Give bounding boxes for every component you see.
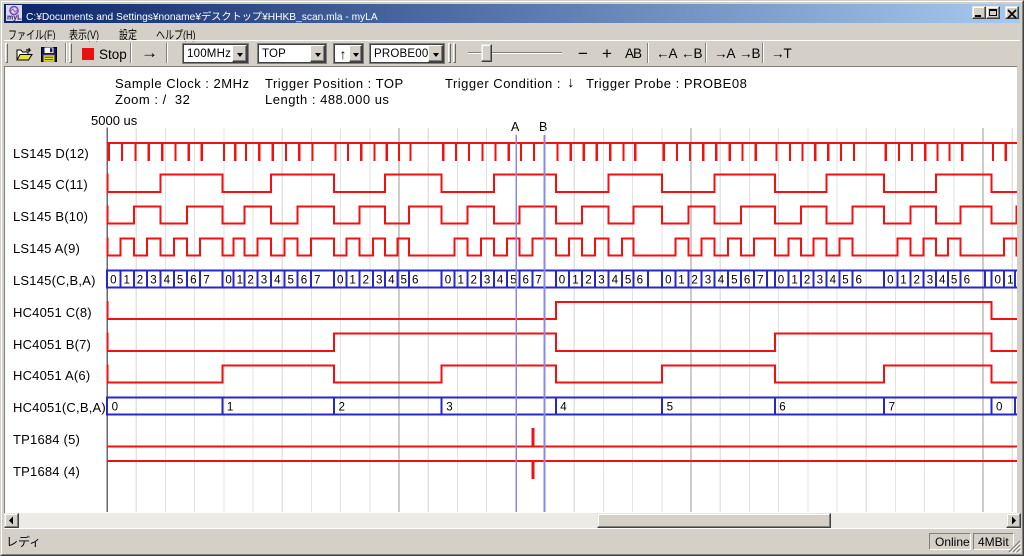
svg-text:7: 7 [757,273,763,286]
svg-text:1: 1 [1007,273,1013,286]
svg-text:0: 0 [996,401,1002,414]
svg-text:6: 6 [412,273,418,286]
svg-text:2: 2 [363,273,369,286]
svg-text:0: 0 [559,273,565,286]
svg-text:2: 2 [471,273,477,286]
svg-text:5: 5 [842,273,848,286]
svg-text:1: 1 [458,273,464,286]
svg-text:0: 0 [887,273,893,286]
svg-text:5: 5 [288,273,294,286]
svg-text:6: 6 [964,273,970,286]
svg-text:4: 4 [560,401,567,414]
svg-text:3: 3 [598,273,604,286]
svg-text:5: 5 [731,273,737,286]
svg-text:5: 5 [951,273,957,286]
svg-text:0: 0 [112,401,118,414]
svg-text:1: 1 [678,273,684,286]
svg-text:5: 5 [177,273,183,286]
svg-text:6: 6 [301,273,307,286]
svg-text:4: 4 [164,273,171,286]
svg-text:0: 0 [225,273,231,286]
svg-text:4: 4 [274,273,281,286]
svg-text:3: 3 [376,273,382,286]
svg-text:myLA: myLA [7,15,22,22]
svg-text:5: 5 [401,273,407,286]
svg-text:0: 0 [995,273,1001,286]
svg-text:1: 1 [227,401,233,414]
svg-text:0: 0 [110,273,116,286]
svg-text:7: 7 [203,273,209,286]
svg-text:2: 2 [914,273,920,286]
svg-text:3: 3 [705,273,711,286]
svg-text:3: 3 [446,401,452,414]
svg-text:2: 2 [247,273,253,286]
svg-text:0: 0 [665,273,671,286]
svg-text:5: 5 [667,401,673,414]
svg-text:4: 4 [718,273,725,286]
svg-text:4: 4 [830,273,837,286]
svg-text:1: 1 [900,273,906,286]
svg-text:7: 7 [314,273,320,286]
svg-text:0: 0 [778,273,784,286]
svg-text:0: 0 [445,273,451,286]
svg-text:3: 3 [927,273,933,286]
svg-text:3: 3 [261,273,267,286]
svg-text:2: 2 [137,273,143,286]
svg-text:1: 1 [349,273,355,286]
svg-text:4: 4 [388,273,395,286]
svg-text:1: 1 [572,273,578,286]
svg-text:6: 6 [637,273,643,286]
svg-text:3: 3 [150,273,156,286]
svg-text:2: 2 [804,273,810,286]
svg-text:1: 1 [791,273,797,286]
svg-text:6: 6 [744,273,750,286]
svg-text:2: 2 [691,273,697,286]
svg-text:7: 7 [889,401,895,414]
svg-text:6: 6 [190,273,196,286]
svg-text:0: 0 [337,273,343,286]
svg-text:1: 1 [237,273,243,286]
svg-text:2: 2 [585,273,591,286]
svg-text:2: 2 [339,401,345,414]
svg-text:3: 3 [484,273,490,286]
svg-text:6: 6 [523,273,529,286]
svg-text:4: 4 [939,273,946,286]
svg-text:4: 4 [497,273,504,286]
svg-text:7: 7 [535,273,541,286]
svg-text:4: 4 [612,273,619,286]
svg-text:6: 6 [856,273,862,286]
svg-text:3: 3 [817,273,823,286]
svg-text:6: 6 [779,401,785,414]
svg-text:1: 1 [124,273,130,286]
svg-text:5: 5 [625,273,631,286]
